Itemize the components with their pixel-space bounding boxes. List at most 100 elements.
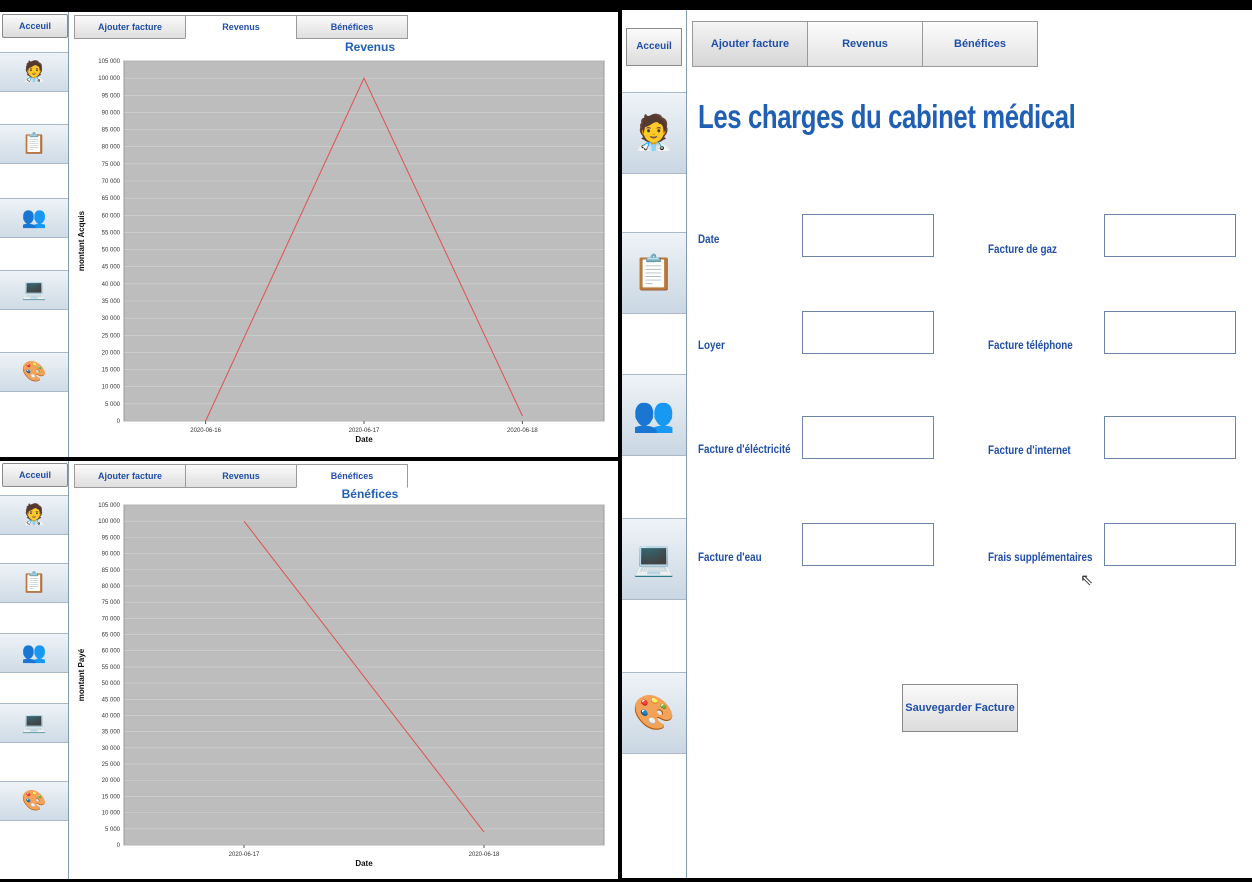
computer-icon[interactable]: 💻 — [622, 518, 686, 600]
electricite-input[interactable] — [802, 416, 934, 459]
y-tick-label: 95 000 — [102, 535, 121, 541]
tab-revenus[interactable]: Revenus — [807, 21, 923, 67]
y-tick-label: 60 000 — [102, 649, 121, 655]
tab-benefices[interactable]: Bénéfices — [296, 464, 408, 488]
doctor-blood-icon[interactable]: 🧑‍⚕️ — [622, 92, 686, 174]
y-tick-label: 105 000 — [98, 59, 120, 65]
y-tick-label: 10 000 — [102, 811, 121, 817]
y-tick-label: 70 000 — [102, 179, 121, 185]
plot-area — [123, 60, 605, 422]
team-icon[interactable]: 🎨 — [0, 352, 68, 392]
y-tick-label: 55 000 — [102, 230, 121, 236]
tab-bar: Ajouter facture Revenus Bénéfices — [74, 464, 408, 488]
computer-icon[interactable]: 💻 — [0, 703, 68, 743]
y-tick-label: 65 000 — [102, 633, 121, 639]
x-axis-label: Date — [355, 435, 373, 444]
y-tick-label: 5 000 — [105, 827, 121, 833]
tab-ajouter-facture[interactable]: Ajouter facture — [74, 15, 186, 39]
frais-input[interactable] — [1104, 523, 1236, 566]
sidebar: Acceuil 🧑‍⚕️ 📋 👥 💻 🎨 — [0, 12, 69, 457]
y-tick-label: 75 000 — [102, 162, 121, 168]
y-tick-label: 40 000 — [102, 282, 121, 288]
benefices-chart: 0 5 000 10 000 15 000 20 000 25 000 30 000 35 0… — [77, 503, 605, 868]
y-tick-label: 15 000 — [102, 368, 121, 374]
plot-area — [123, 504, 605, 846]
tab-bar: Ajouter facture Revenus Bénéfices — [74, 15, 408, 39]
tab-revenus[interactable]: Revenus — [185, 15, 297, 39]
team-icon[interactable]: 🎨 — [622, 672, 686, 754]
tab-benefices[interactable]: Bénéfices — [922, 21, 1038, 67]
page-title: Les charges du cabinet médical — [698, 98, 1076, 135]
x-tick-label: 2020-06-17 — [349, 428, 380, 434]
y-tick-label: 90 000 — [102, 110, 121, 116]
doctor-chart-icon[interactable]: 📋 — [0, 124, 68, 164]
loyer-input[interactable] — [802, 311, 934, 354]
y-tick-label: 80 000 — [102, 145, 121, 151]
x-axis-label: Date — [355, 859, 373, 868]
field-label-date: Date — [698, 232, 720, 246]
chart-title: Revenus — [344, 40, 396, 54]
x-tick-label: 2020-06-18 — [469, 852, 500, 858]
doctors-icon[interactable]: 👥 — [622, 374, 686, 456]
y-tick-label: 100 000 — [98, 519, 120, 525]
y-tick-label: 70 000 — [102, 616, 121, 622]
doctor-chart-icon[interactable]: 📋 — [622, 232, 686, 314]
computer-icon[interactable]: 💻 — [0, 270, 68, 310]
y-tick-label: 30 000 — [102, 316, 121, 322]
y-tick-label: 105 000 — [98, 503, 120, 509]
field-label-loyer: Loyer — [698, 338, 725, 352]
y-tick-label: 60 000 — [102, 213, 121, 219]
y-tick-label: 30 000 — [102, 746, 121, 752]
date-input[interactable] — [802, 214, 934, 257]
x-tick-label: 2020-06-18 — [507, 428, 538, 434]
telephone-input[interactable] — [1104, 311, 1236, 354]
y-tick-label: 55 000 — [102, 665, 121, 671]
y-tick-label: 0 — [117, 843, 121, 849]
revenus-chart: 0 5 000 10 000 15 000 20 000 25 000 30 000 35 0… — [77, 59, 605, 444]
y-tick-label: 45 000 — [102, 697, 121, 703]
y-tick-label: 75 000 — [102, 600, 121, 606]
x-tick-label: 2020-06-17 — [229, 852, 260, 858]
home-button[interactable]: Acceuil — [2, 463, 68, 487]
team-icon[interactable]: 🎨 — [0, 781, 68, 821]
sidebar: Acceuil 🧑‍⚕️ 📋 👥 💻 🎨 — [0, 461, 69, 879]
y-tick-label: 35 000 — [102, 730, 121, 736]
y-tick-label: 65 000 — [102, 196, 121, 202]
y-tick-label: 100 000 — [98, 76, 120, 82]
charges-window: Acceuil 🧑‍⚕️ 📋 👥 💻 🎨 Ajouter facture Rev… — [622, 10, 1252, 878]
y-tick-label: 20 000 — [102, 778, 121, 784]
tab-benefices[interactable]: Bénéfices — [296, 15, 408, 39]
eau-input[interactable] — [802, 523, 934, 566]
y-tick-label: 50 000 — [102, 248, 121, 254]
y-tick-label: 15 000 — [102, 794, 121, 800]
gaz-input[interactable] — [1104, 214, 1236, 257]
y-tick-label: 5 000 — [105, 402, 121, 408]
doctor-chart-icon[interactable]: 📋 — [0, 563, 68, 603]
y-tick-label: 80 000 — [102, 584, 121, 590]
home-button[interactable]: Acceuil — [2, 14, 68, 38]
tab-revenus[interactable]: Revenus — [185, 464, 297, 488]
doctors-icon[interactable]: 👥 — [0, 633, 68, 673]
doctor-blood-icon[interactable]: 🧑‍⚕️ — [0, 52, 68, 92]
y-tick-label: 90 000 — [102, 552, 121, 558]
field-label-gaz: Facture de gaz — [988, 242, 1057, 256]
tab-ajouter-facture[interactable]: Ajouter facture — [692, 21, 808, 67]
internet-input[interactable] — [1104, 416, 1236, 459]
field-label-eau: Facture d'eau — [698, 550, 762, 564]
y-tick-label: 45 000 — [102, 265, 121, 271]
y-tick-label: 50 000 — [102, 681, 121, 687]
field-label-electricite: Facture d'éléctricité — [698, 442, 791, 456]
home-button[interactable]: Acceuil — [626, 28, 682, 66]
y-axis-label: montant Payé — [77, 648, 86, 701]
field-label-internet: Facture d'internet — [988, 443, 1071, 457]
benefices-window: Acceuil 🧑‍⚕️ 📋 👥 💻 🎨 Ajouter facture Rev… — [0, 461, 618, 879]
tab-ajouter-facture[interactable]: Ajouter facture — [74, 464, 186, 488]
y-tick-label: 85 000 — [102, 568, 121, 574]
save-button[interactable]: Sauvegarder Facture — [902, 684, 1018, 732]
doctor-blood-icon[interactable]: 🧑‍⚕️ — [0, 495, 68, 535]
tab-bar: Ajouter facture Revenus Bénéfices — [692, 21, 1038, 67]
doctors-icon[interactable]: 👥 — [0, 198, 68, 238]
field-label-frais: Frais supplémentaires — [988, 550, 1093, 564]
x-tick-label: 2020-06-16 — [190, 428, 221, 434]
y-tick-label: 0 — [117, 419, 121, 425]
